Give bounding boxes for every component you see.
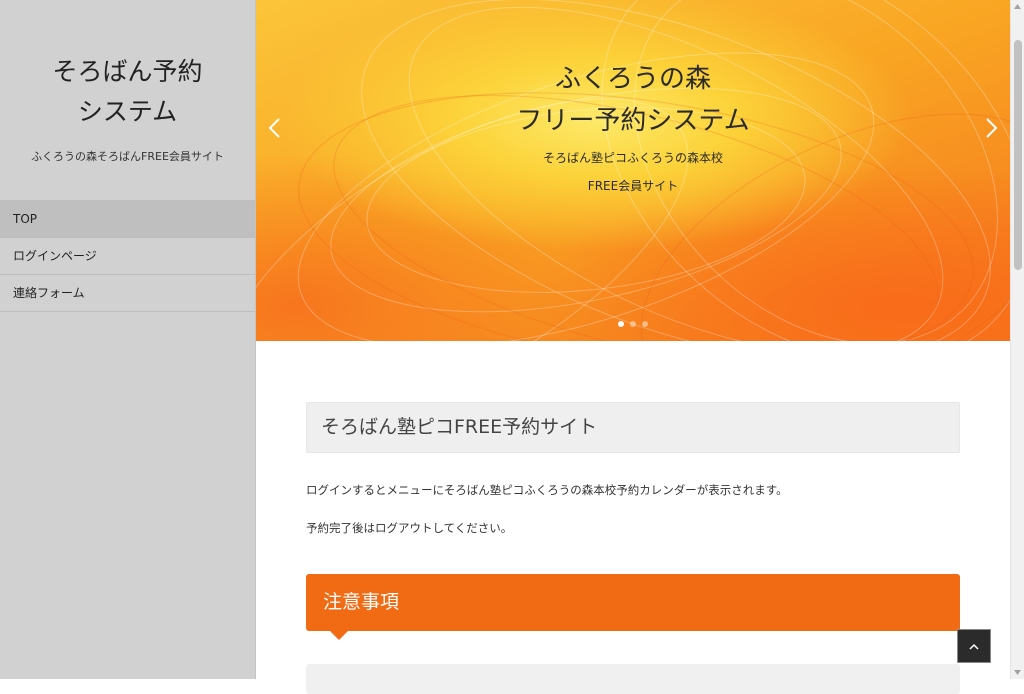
notice-heading-tail bbox=[330, 631, 348, 640]
hero-title: ふくろうの森 フリー予約システム bbox=[256, 58, 1010, 142]
notice-content-box bbox=[306, 664, 960, 694]
notice-heading: 注意事項 bbox=[306, 574, 960, 631]
nav-item-contact[interactable]: 連絡フォーム bbox=[0, 275, 255, 312]
hero-title-line2: フリー予約システム bbox=[516, 106, 750, 136]
slider-prev-button[interactable] bbox=[260, 113, 290, 143]
chevron-left-icon bbox=[268, 118, 280, 138]
hero-subtitle-line2: FREE会員サイト bbox=[587, 179, 679, 193]
article-content: そろばん塾ピコFREE予約サイト ログインするとメニューにそろばん塾ピコふくろう… bbox=[306, 402, 960, 694]
site-title-line2[interactable]: システム bbox=[40, 92, 215, 132]
scroll-up-arrow-icon[interactable] bbox=[1011, 0, 1024, 14]
hero-subtitle-line1: そろばん塾ピコふくろうの森本校 bbox=[542, 151, 723, 165]
hero-slider: ふくろうの森 フリー予約システム そろばん塾ピコふくろうの森本校 FREE会員サ… bbox=[256, 0, 1010, 341]
nav-item-login[interactable]: ログインページ bbox=[0, 238, 255, 275]
scroll-down-arrow-icon[interactable] bbox=[1011, 665, 1024, 679]
slider-dot-3[interactable] bbox=[642, 321, 648, 327]
sidebar-nav: TOP ログインページ 連絡フォーム bbox=[0, 200, 255, 312]
slider-dots bbox=[256, 321, 1010, 327]
slider-dot-1[interactable] bbox=[618, 321, 624, 327]
scroll-to-top-button[interactable] bbox=[957, 629, 991, 663]
slider-next-button[interactable] bbox=[976, 113, 1006, 143]
main-content: ふくろうの森 フリー予約システム そろばん塾ピコふくろうの森本校 FREE会員サ… bbox=[256, 0, 1010, 694]
chevron-up-icon bbox=[969, 643, 979, 650]
intro-paragraph: ログインするとメニューにそろばん塾ピコふくろうの森本校予約カレンダーが表示されま… bbox=[306, 483, 788, 497]
site-title-line1[interactable]: そろばん予約 bbox=[40, 52, 215, 92]
nav-item-top[interactable]: TOP bbox=[0, 200, 255, 238]
site-title[interactable]: そろばん予約 システム bbox=[0, 52, 255, 132]
page-title: そろばん塾ピコFREE予約サイト bbox=[306, 402, 960, 453]
sidebar: そろばん予約 システム ふくろうの森そろばんFREE会員サイト TOP ログイン… bbox=[0, 0, 256, 679]
chevron-right-icon bbox=[986, 118, 998, 138]
hero-title-line1: ふくろうの森 bbox=[554, 64, 711, 94]
site-description: ふくろうの森そろばんFREE会員サイト bbox=[31, 150, 224, 163]
hero-subtitle: そろばん塾ピコふくろうの森本校 FREE会員サイト bbox=[256, 144, 1010, 200]
logout-paragraph: 予約完了後はログアウトしてください。 bbox=[306, 521, 513, 535]
slider-dot-2[interactable] bbox=[630, 321, 636, 327]
page-scrollbar[interactable] bbox=[1010, 0, 1024, 679]
scrollbar-thumb[interactable] bbox=[1014, 40, 1022, 270]
